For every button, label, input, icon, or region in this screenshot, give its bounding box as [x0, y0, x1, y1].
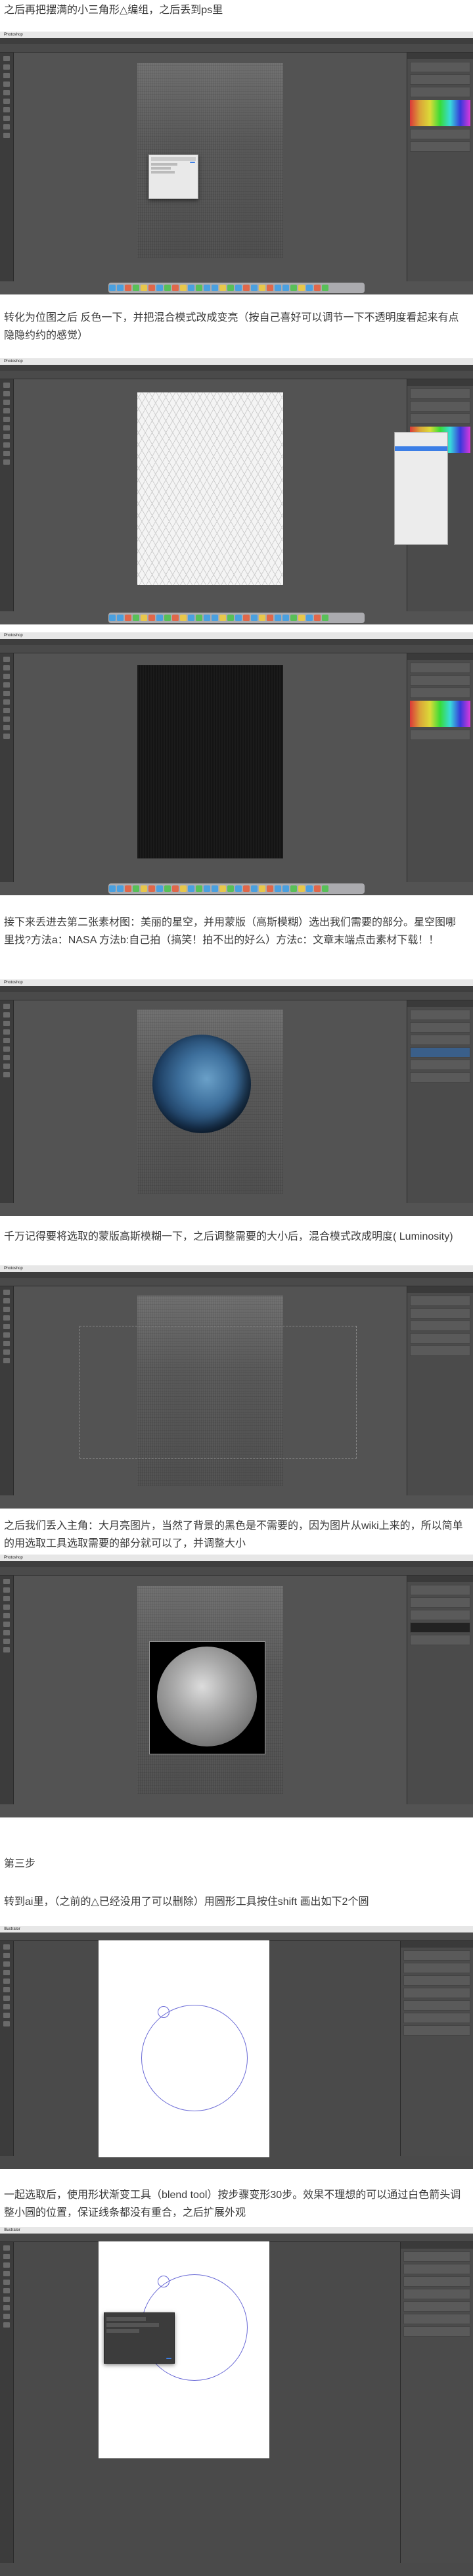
paragraph-4: 千万记得要将选取的蒙版高斯模糊一下，之后调整需要的大小后，混合模式改成明度( L…	[4, 1231, 453, 1242]
screenshot-ps-dialog: Photoshop	[0, 32, 473, 294]
ps-canvas-area	[14, 1286, 407, 1495]
ps-options-bar	[0, 992, 473, 1000]
ps-titlebar	[0, 1561, 473, 1567]
ps-titlebar	[0, 986, 473, 992]
mac-dock	[108, 283, 365, 293]
ok-button[interactable]	[190, 162, 195, 163]
paragraph-5: 之后我们丢入主角：大月亮图片，当然了背景的黑色是不需要的，因为图片从wiki上来…	[4, 1520, 463, 1549]
paragraph-6: 第三步	[4, 1858, 36, 1869]
ai-toolbar	[0, 1941, 14, 2156]
document-canvas	[137, 392, 283, 585]
ps-titlebar	[0, 639, 473, 645]
ps-options-bar	[0, 1278, 473, 1286]
ps-panels	[407, 53, 473, 281]
ai-toolbar	[0, 2242, 14, 2563]
context-menu	[394, 432, 448, 545]
ps-panels	[407, 653, 473, 882]
transform-bounds[interactable]	[79, 1326, 357, 1459]
mac-dock	[108, 883, 365, 894]
screenshot-ps-triangles: Photoshop	[0, 358, 473, 624]
screenshot-ai-circles: Illustrator	[0, 1926, 473, 2169]
document-canvas	[137, 665, 283, 858]
paragraph-7: 转到ai里，（之前的△已经没用了可以删除）用圆形工具按住shift 画出如下2个…	[4, 1896, 369, 1908]
screenshot-ps-dark: Photoshop	[0, 632, 473, 895]
moon-image	[157, 1647, 257, 1746]
paragraph-3: 接下来丢进去第二张素材图：美丽的星空，并用蒙版（高斯模糊）选出我们需要的部分。星…	[4, 917, 457, 946]
mac-dock	[108, 613, 365, 623]
ps-titlebar	[0, 1272, 473, 1278]
ps-toolbar	[0, 1576, 14, 1804]
ps-toolbar	[0, 1286, 14, 1495]
ps-canvas-area	[14, 653, 407, 882]
ps-canvas-area	[14, 53, 407, 281]
ps-toolbar	[0, 379, 14, 611]
ps-canvas-area	[14, 1576, 407, 1804]
ps-canvas-area	[14, 379, 407, 611]
article-page: 之后再把摆满的小三角形△编组，之后丢到ps里 Photoshop 转化为位图之后…	[0, 0, 473, 2576]
ps-canvas-area	[14, 1000, 407, 1203]
blend-options-dialog	[104, 2312, 175, 2364]
ps-options-bar	[0, 44, 473, 53]
ps-toolbar	[0, 1000, 14, 1203]
starry-sphere	[152, 1035, 251, 1133]
ps-panels	[407, 1576, 473, 1804]
screenshot-ps-moon: Photoshop	[0, 1555, 473, 1817]
ps-options-bar	[0, 371, 473, 379]
screenshot-ai-blend: Illustrator	[0, 2227, 473, 2576]
screenshot-ps-luminosity: Photoshop	[0, 1265, 473, 1509]
ps-titlebar	[0, 38, 473, 44]
ps-toolbar	[0, 53, 14, 281]
blend-ok-button[interactable]	[166, 2358, 171, 2359]
screenshot-ps-starry: Photoshop	[0, 979, 473, 1216]
ps-panels	[407, 1000, 473, 1203]
ai-panels	[400, 2242, 473, 2563]
dialog-box	[148, 154, 198, 199]
paragraph-1: 之后再把摆满的小三角形△编组，之后丢到ps里	[4, 5, 223, 16]
paragraph-8: 一起选取后，使用形状渐变工具（blend tool）按步骤变形30步。效果不理想…	[4, 2190, 461, 2218]
small-circle[interactable]	[158, 2006, 169, 2018]
ps-toolbar	[0, 653, 14, 882]
ps-titlebar	[0, 365, 473, 371]
ps-options-bar	[0, 645, 473, 653]
large-circle[interactable]	[141, 2005, 248, 2111]
ps-panels	[407, 1286, 473, 1495]
ai-panels	[400, 1941, 473, 2156]
small-circle[interactable]	[158, 2276, 169, 2287]
ps-options-bar	[0, 1567, 473, 1576]
paragraph-2: 转化为位图之后 反色一下，并把混合模式改成变亮（按自己喜好可以调节一下不透明度看…	[4, 312, 459, 341]
